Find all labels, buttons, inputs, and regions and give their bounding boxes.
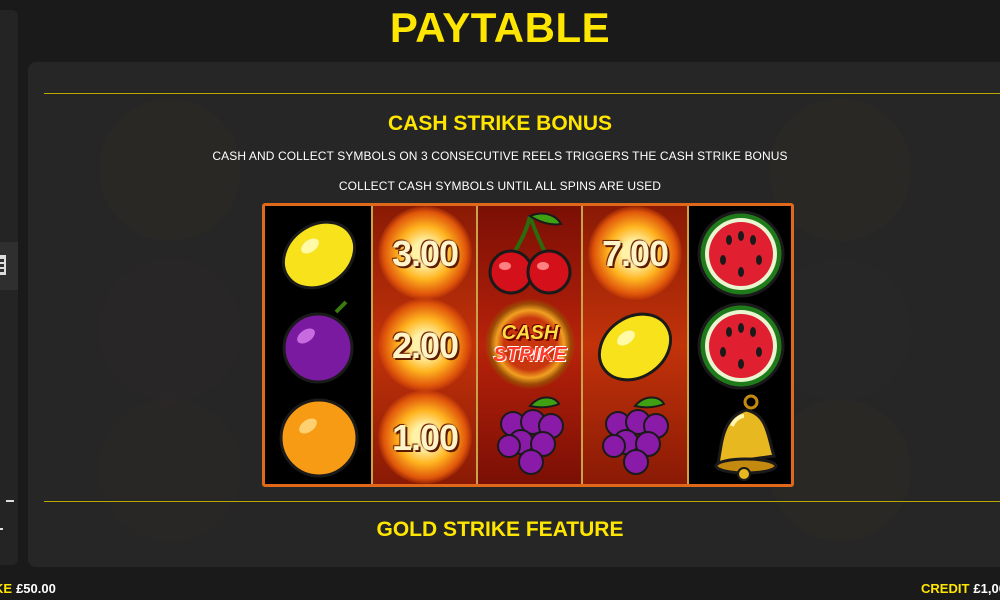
- paytable-icon[interactable]: [0, 255, 6, 275]
- cash-fireball-icon: 2.00: [373, 298, 477, 392]
- cash-fireball-icon: 1.00: [373, 390, 477, 484]
- cash-value: 3.00: [391, 233, 459, 274]
- cherries-icon: [478, 208, 582, 300]
- reel-3: CASH STRIKE: [478, 206, 582, 484]
- reel-1: [267, 206, 371, 484]
- cash-strike-bonus-title: CASH STRIKE BONUS: [387, 112, 613, 135]
- grapes-icon: [478, 390, 582, 482]
- side-menu-strip[interactable]: [0, 10, 18, 565]
- lemon-icon: [267, 208, 371, 300]
- cash-value: 7.00: [601, 233, 669, 274]
- watermelon-icon: [689, 300, 791, 392]
- stake-display[interactable]: KE£50.00: [0, 581, 56, 596]
- bonus-description-line-1: CASH AND COLLECT SYMBOLS ON 3 CONSECUTIV…: [212, 149, 788, 163]
- reel-5: [689, 206, 791, 484]
- watermelon-icon: [689, 208, 791, 300]
- cash-value: 2.00: [391, 325, 459, 366]
- divider: [44, 501, 1000, 502]
- bell-icon: [689, 392, 791, 484]
- stake-value: £50.00: [16, 581, 56, 596]
- divider: [44, 93, 1000, 94]
- gold-strike-feature-title: GOLD STRIKE FEATURE: [376, 518, 624, 541]
- stake-label: KE: [0, 581, 13, 596]
- lemon-icon: [583, 300, 687, 392]
- bonus-description-line-2: COLLECT CASH SYMBOLS UNTIL ALL SPINS ARE…: [338, 179, 662, 193]
- minus-icon[interactable]: [6, 500, 14, 502]
- orange-icon: [267, 390, 371, 482]
- cash-fireball-icon: 3.00: [373, 206, 477, 300]
- reel-2: 3.00 2.00 1.00: [373, 206, 477, 484]
- cash-value: 1.00: [391, 417, 459, 458]
- grapes-icon: [583, 390, 687, 482]
- cash-fireball-icon: 7.00: [583, 206, 687, 300]
- credit-display: CREDIT£1,00: [921, 581, 1000, 596]
- cash-strike-icon: CASH STRIKE: [478, 298, 582, 390]
- plum-icon: [267, 298, 371, 390]
- credit-label: CREDIT: [921, 581, 970, 596]
- credit-value: £1,00: [973, 581, 1000, 596]
- page-title: PAYTABLE: [389, 4, 611, 51]
- reel-4: 7.00: [583, 206, 687, 484]
- reels-example: 3.00 2.00 1.00 CASH STRIKE 7.00: [262, 203, 794, 487]
